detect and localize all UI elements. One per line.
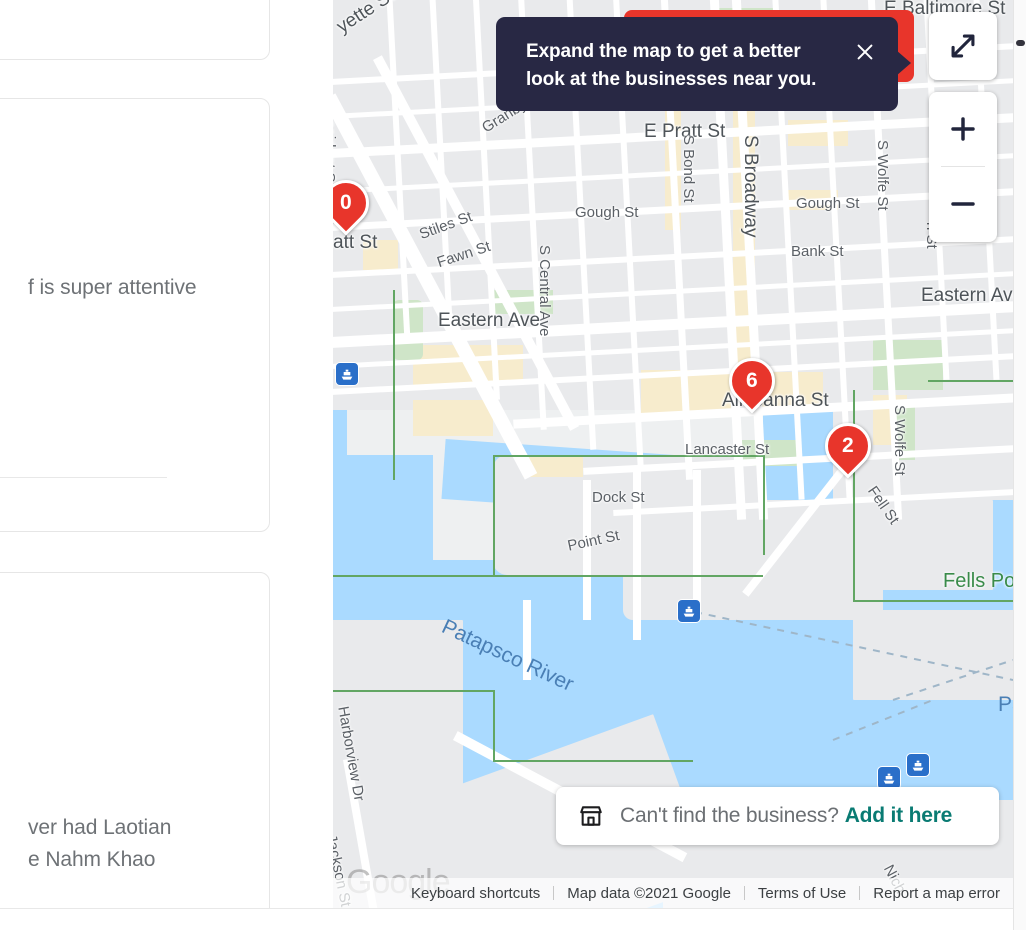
minus-icon: [951, 202, 975, 206]
ferry-stop-icon[interactable]: [677, 599, 701, 623]
water-label: Pa: [998, 693, 1013, 716]
result-card[interactable]: [0, 0, 270, 60]
tooltip-message: Expand the map to get a better look at t…: [526, 41, 817, 90]
map-canvas[interactable]: E Baltimore St yette St Granby St E Pratt S…: [333, 0, 1013, 908]
zoom-out-button[interactable]: [929, 167, 997, 241]
zoom-controls[interactable]: [929, 92, 997, 242]
street-label: Eastern Ave: [438, 310, 541, 331]
review-snippet-line: ver had Laotian: [28, 816, 172, 839]
tooltip-arrow: [896, 50, 911, 76]
street-label: Eastern Ave: [921, 285, 1013, 306]
map-viewport[interactable]: E Baltimore St yette St Granby St E Pratt S…: [333, 0, 1013, 908]
close-icon[interactable]: [852, 39, 878, 65]
street-label: Gough St: [796, 195, 860, 212]
card-divider: [0, 477, 167, 478]
page-root: f is super attentive ver had Laotian e N…: [0, 0, 1026, 930]
scrollbar-thumb[interactable]: [1016, 40, 1025, 46]
footer-link[interactable]: Keyboard shortcuts: [398, 885, 553, 902]
close-x-icon: [857, 44, 873, 60]
result-card[interactable]: [0, 572, 270, 930]
ferry-stop-icon[interactable]: [906, 753, 930, 777]
page-scrollbar[interactable]: [1013, 0, 1026, 930]
street-label: S Wolfe St: [891, 405, 908, 476]
review-snippet: f is super attentive: [28, 276, 197, 299]
add-business-bar[interactable]: Can't find the business? Add it here: [556, 787, 999, 845]
expand-map-button[interactable]: [929, 12, 997, 80]
street-label: S Broadway: [740, 135, 761, 238]
footer-link[interactable]: Report a map error: [860, 885, 1013, 902]
street-label: S Bond St: [680, 135, 697, 203]
footer-link[interactable]: Terms of Use: [745, 885, 859, 902]
add-business-prompt: Can't find the business?: [620, 804, 839, 827]
map-attribution-footer: Keyboard shortcuts Map data ©2021 Google T…: [333, 878, 1013, 908]
result-card[interactable]: [0, 98, 270, 532]
add-business-link[interactable]: Add it here: [845, 804, 953, 828]
review-snippet-line: e Nahm Khao: [28, 848, 156, 871]
map-marker-count: 0: [340, 191, 352, 214]
street-label: Bank St: [791, 243, 844, 260]
plus-icon: [951, 117, 975, 141]
map-marker-count: 6: [746, 369, 758, 392]
review-snippet: ver had Laotian e Nahm Khao: [28, 812, 328, 876]
street-label: S Wolfe St: [874, 140, 891, 211]
place-label: Fells Po: [943, 570, 1013, 592]
street-label: att St: [333, 232, 378, 253]
street-label: Lancaster St: [685, 441, 770, 458]
zoom-in-button[interactable]: [929, 92, 997, 166]
map-marker-count: 2: [842, 434, 854, 457]
street-label: Dock St: [592, 489, 645, 506]
expand-map-tooltip: Expand the map to get a better look at t…: [496, 17, 898, 111]
street-label: esident St: [333, 120, 338, 187]
footer-link[interactable]: Map data ©2021 Google: [554, 885, 744, 902]
search-results-panel: f is super attentive ver had Laotian e N…: [0, 0, 333, 930]
street-label: Gough St: [575, 204, 639, 221]
ferry-stop-icon[interactable]: [335, 362, 359, 386]
page-bottom-strip: [0, 908, 1013, 930]
storefront-icon: [580, 806, 602, 826]
expand-arrows-icon: [951, 34, 975, 58]
